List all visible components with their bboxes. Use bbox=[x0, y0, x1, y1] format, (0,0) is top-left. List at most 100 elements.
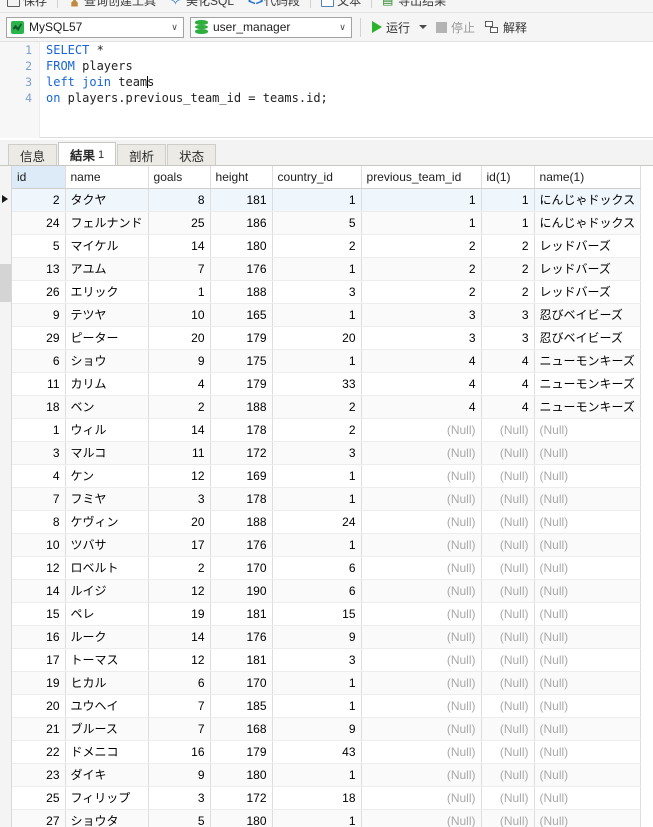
cell-name1[interactable]: レッドバーズ bbox=[534, 280, 642, 304]
cell-goals[interactable]: 2 bbox=[148, 556, 211, 580]
run-button[interactable]: 运行 bbox=[367, 16, 415, 39]
cell-previous_team_id[interactable]: (Null) bbox=[361, 671, 482, 695]
cell-id[interactable]: 16 bbox=[12, 625, 66, 649]
cell-name[interactable]: ショウタ bbox=[65, 809, 149, 827]
result-tab-剖析[interactable]: 剖析 bbox=[117, 144, 167, 166]
cell-goals[interactable]: 6 bbox=[148, 671, 211, 695]
cell-previous_team_id[interactable]: 2 bbox=[361, 280, 482, 304]
cell-previous_team_id[interactable]: (Null) bbox=[361, 418, 482, 442]
cell-id1[interactable]: 4 bbox=[481, 349, 535, 373]
table-row[interactable]: 15 ペレ 19 181 15 (Null) (Null) (Null) bbox=[12, 602, 642, 626]
cell-height[interactable]: 190 bbox=[210, 579, 273, 603]
cell-name1[interactable]: 忍びベイビーズ bbox=[534, 303, 642, 327]
cell-id1[interactable]: (Null) bbox=[481, 441, 535, 465]
table-row[interactable]: 10 ツバサ 17 176 1 (Null) (Null) (Null) bbox=[12, 533, 642, 557]
cell-id[interactable]: 19 bbox=[12, 671, 66, 695]
cell-goals[interactable]: 3 bbox=[148, 487, 211, 511]
table-row[interactable]: 18 ベン 2 188 2 4 4 ニューモンキーズ bbox=[12, 395, 642, 419]
cell-id1[interactable]: (Null) bbox=[481, 579, 535, 603]
cell-country_id[interactable]: 43 bbox=[272, 740, 362, 764]
cell-country_id[interactable]: 3 bbox=[272, 441, 362, 465]
result-grid-area[interactable]: id name goals height country_id previous_team… bbox=[0, 166, 653, 827]
cell-goals[interactable]: 12 bbox=[148, 648, 211, 672]
cell-id[interactable]: 25 bbox=[12, 786, 66, 810]
cell-name1[interactable]: ニューモンキーズ bbox=[534, 372, 642, 396]
toolbar-export-result-button[interactable]: ▤ 导出结果 bbox=[375, 0, 453, 12]
cell-height[interactable]: 170 bbox=[210, 671, 273, 695]
cell-name[interactable]: ブルース bbox=[65, 717, 149, 741]
cell-name1[interactable]: (Null) bbox=[534, 809, 642, 827]
cell-country_id[interactable]: 24 bbox=[272, 510, 362, 534]
table-row[interactable]: 24 フェルナンド 25 186 5 1 1 にんじゃドックス bbox=[12, 211, 642, 235]
cell-goals[interactable]: 19 bbox=[148, 602, 211, 626]
cell-id[interactable]: 23 bbox=[12, 763, 66, 787]
column-header-name[interactable]: name bbox=[65, 166, 149, 189]
cell-name1[interactable]: にんじゃドックス bbox=[534, 188, 642, 212]
cell-height[interactable]: 185 bbox=[210, 694, 273, 718]
cell-height[interactable]: 188 bbox=[210, 395, 273, 419]
cell-name[interactable]: ツバサ bbox=[65, 533, 149, 557]
connection-select[interactable]: MySQL57 ∨ bbox=[6, 16, 184, 38]
cell-id1[interactable]: 4 bbox=[481, 372, 535, 396]
cell-previous_team_id[interactable]: 2 bbox=[361, 234, 482, 258]
cell-name[interactable]: マルコ bbox=[65, 441, 149, 465]
table-row[interactable]: 20 ユウヘイ 7 185 1 (Null) (Null) (Null) bbox=[12, 694, 642, 718]
column-header-goals[interactable]: goals bbox=[148, 166, 211, 189]
cell-id[interactable]: 15 bbox=[12, 602, 66, 626]
cell-country_id[interactable]: 1 bbox=[272, 671, 362, 695]
cell-id[interactable]: 7 bbox=[12, 487, 66, 511]
cell-name[interactable]: ヒカル bbox=[65, 671, 149, 695]
cell-country_id[interactable]: 3 bbox=[272, 648, 362, 672]
cell-country_id[interactable]: 1 bbox=[272, 487, 362, 511]
cell-goals[interactable]: 7 bbox=[148, 694, 211, 718]
cell-id[interactable]: 29 bbox=[12, 326, 66, 350]
cell-previous_team_id[interactable]: (Null) bbox=[361, 579, 482, 603]
result-tab-結果[interactable]: 結果 1 bbox=[58, 142, 117, 166]
table-row[interactable]: 4 ケン 12 169 1 (Null) (Null) (Null) bbox=[12, 464, 642, 488]
cell-id1[interactable]: 2 bbox=[481, 234, 535, 258]
cell-country_id[interactable]: 6 bbox=[272, 579, 362, 603]
cell-country_id[interactable]: 15 bbox=[272, 602, 362, 626]
cell-height[interactable]: 175 bbox=[210, 349, 273, 373]
cell-id[interactable]: 17 bbox=[12, 648, 66, 672]
cell-id1[interactable]: 2 bbox=[481, 257, 535, 281]
cell-name[interactable]: フェルナンド bbox=[65, 211, 149, 235]
stop-button[interactable]: 停止 bbox=[431, 16, 480, 39]
cell-id[interactable]: 5 bbox=[12, 234, 66, 258]
cell-previous_team_id[interactable]: 4 bbox=[361, 349, 482, 373]
cell-name[interactable]: タクヤ bbox=[65, 188, 149, 212]
cell-previous_team_id[interactable]: 2 bbox=[361, 257, 482, 281]
result-tab-状态[interactable]: 状态 bbox=[167, 144, 217, 166]
cell-height[interactable]: 176 bbox=[210, 533, 273, 557]
cell-name1[interactable]: (Null) bbox=[534, 671, 642, 695]
cell-name[interactable]: マイケル bbox=[65, 234, 149, 258]
cell-goals[interactable]: 12 bbox=[148, 464, 211, 488]
cell-height[interactable]: 181 bbox=[210, 602, 273, 626]
cell-name[interactable]: ベン bbox=[65, 395, 149, 419]
table-row[interactable]: 5 マイケル 14 180 2 2 2 レッドバーズ bbox=[12, 234, 642, 258]
cell-country_id[interactable]: 1 bbox=[272, 303, 362, 327]
cell-previous_team_id[interactable]: (Null) bbox=[361, 625, 482, 649]
table-row[interactable]: 29 ピーター 20 179 20 3 3 忍びベイビーズ bbox=[12, 326, 642, 350]
cell-id[interactable]: 6 bbox=[12, 349, 66, 373]
toolbar-code-snippet-button[interactable]: <> 代码段 bbox=[241, 0, 307, 12]
cell-previous_team_id[interactable]: (Null) bbox=[361, 740, 482, 764]
cell-id1[interactable]: (Null) bbox=[481, 671, 535, 695]
cell-country_id[interactable]: 1 bbox=[272, 257, 362, 281]
table-row[interactable]: 14 ルイジ 12 190 6 (Null) (Null) (Null) bbox=[12, 579, 642, 603]
cell-previous_team_id[interactable]: (Null) bbox=[361, 786, 482, 810]
cell-previous_team_id[interactable]: (Null) bbox=[361, 556, 482, 580]
cell-id[interactable]: 24 bbox=[12, 211, 66, 235]
cell-goals[interactable]: 9 bbox=[148, 763, 211, 787]
cell-id[interactable]: 12 bbox=[12, 556, 66, 580]
cell-height[interactable]: 178 bbox=[210, 487, 273, 511]
chevron-down-icon[interactable]: ∨ bbox=[166, 18, 183, 37]
cell-name[interactable]: テツヤ bbox=[65, 303, 149, 327]
cell-id[interactable]: 13 bbox=[12, 257, 66, 281]
cell-country_id[interactable]: 9 bbox=[272, 717, 362, 741]
table-row[interactable]: 17 トーマス 12 181 3 (Null) (Null) (Null) bbox=[12, 648, 642, 672]
cell-height[interactable]: 181 bbox=[210, 648, 273, 672]
cell-id1[interactable]: (Null) bbox=[481, 625, 535, 649]
cell-height[interactable]: 180 bbox=[210, 234, 273, 258]
cell-name1[interactable]: (Null) bbox=[534, 602, 642, 626]
